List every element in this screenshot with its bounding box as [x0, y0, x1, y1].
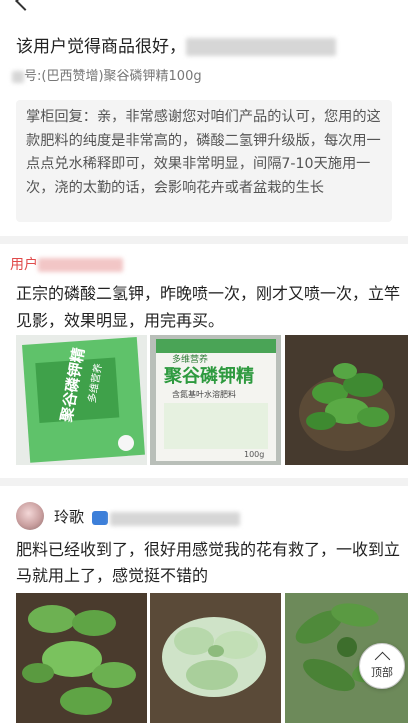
avatar[interactable] — [16, 502, 44, 530]
pack-label: 100g — [244, 450, 264, 459]
header-bar — [0, 0, 408, 14]
seller-reply: 掌柜回复：亲，非常感谢您对咱们产品的认可，您用的这款肥料的纯度是非常高的，磷酸二… — [16, 100, 392, 222]
back-icon[interactable] — [15, 0, 35, 11]
plant-photo[interactable] — [150, 593, 281, 723]
product-photo[interactable]: 多维营养 聚谷磷钾精 含氮基叶水溶肥料 100g — [150, 335, 281, 465]
blurred-username — [38, 257, 123, 272]
divider — [0, 236, 408, 244]
review-user: 用户 — [10, 254, 123, 274]
blurred-text — [12, 70, 24, 83]
review-images — [16, 593, 408, 725]
username: 用户 — [10, 257, 38, 273]
username: 玲歌 — [54, 508, 85, 526]
vip-badge-icon — [92, 511, 108, 525]
product-photo[interactable]: 聚谷磷钾精 多维营养 — [16, 335, 147, 465]
plant-photo[interactable] — [16, 593, 147, 723]
review-text: 该用户觉得商品很好， — [16, 32, 336, 57]
sku-info: 号:(巴西赞增)聚谷磷钾精100g — [12, 65, 202, 84]
plant-photo[interactable] — [285, 335, 408, 465]
review-text: 肥料已经收到了，很好用感觉我的花有救了，一收到立马就用上了，感觉挺不错的 — [16, 540, 401, 585]
pack-label: 含氮基叶水溶肥料 — [172, 389, 236, 399]
back-to-top-button[interactable]: 顶部 — [359, 643, 405, 689]
blurred-text — [186, 38, 336, 56]
pack-label: 多维营养 — [172, 353, 208, 365]
review-text: 正宗的磷酸二氢钾，昨晚喷一次，刚才又喷一次，立竿见影，效果明显，用完再买。 — [16, 284, 401, 330]
divider — [0, 478, 408, 486]
pack-label: 聚谷磷钾精 — [163, 365, 254, 387]
back-to-top-label: 顶部 — [371, 666, 393, 679]
blurred-username — [110, 512, 240, 526]
review-images: 聚谷磷钾精 多维营养 多维营养 聚谷磷钾精 含氮基叶水溶肥料 100g — [16, 335, 408, 467]
